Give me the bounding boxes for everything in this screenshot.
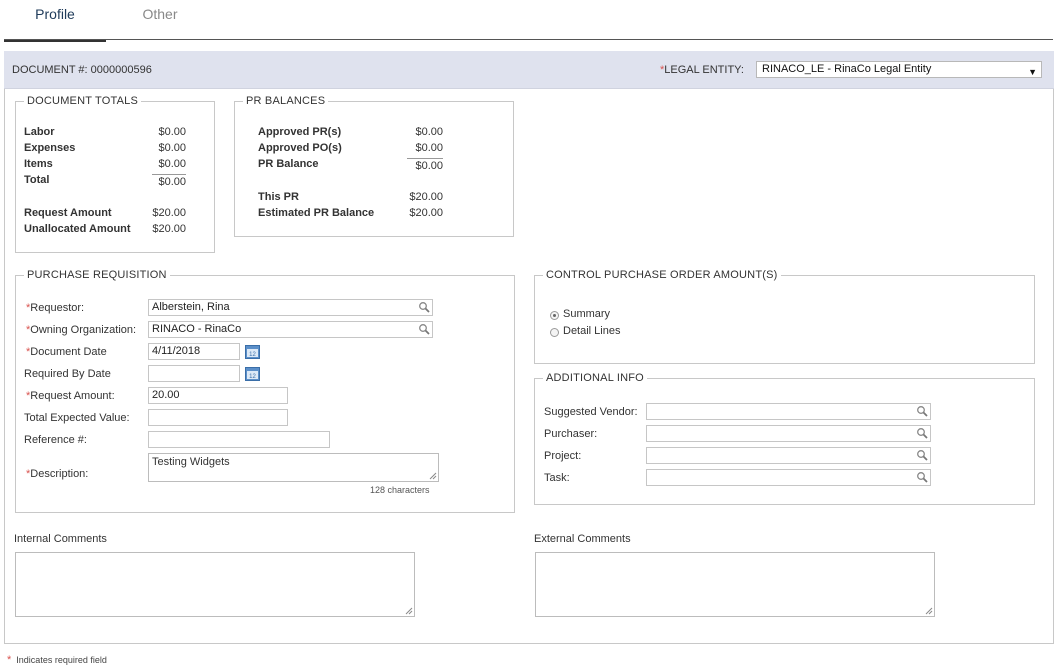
- description-textarea[interactable]: Testing Widgets: [148, 453, 439, 482]
- resize-grip-icon[interactable]: [429, 472, 437, 480]
- summary-radio[interactable]: [550, 311, 559, 320]
- requestor-input[interactable]: Alberstein, Rina: [148, 299, 433, 316]
- detail-lines-radio-label: Detail Lines: [563, 325, 621, 337]
- pr-balance-label: PR Balance: [258, 158, 319, 170]
- search-icon[interactable]: [916, 427, 928, 439]
- resize-grip-icon[interactable]: [925, 607, 933, 615]
- additional-info-title: ADDITIONAL INFO: [543, 372, 647, 384]
- owning-organization-label: *Owning Organization:: [26, 324, 137, 336]
- reference-input[interactable]: [148, 431, 330, 448]
- approved-pr-label: Approved PR(s): [258, 126, 342, 138]
- unallocated-amount-value: $20.00: [152, 223, 186, 235]
- approved-pr-value: $0.00: [415, 126, 443, 138]
- total-expected-value-label: Total Expected Value:: [24, 412, 130, 424]
- labor-value: $0.00: [158, 126, 186, 138]
- this-pr-value: $20.00: [409, 191, 443, 203]
- legal-entity-label: *LEGAL ENTITY:: [660, 64, 744, 76]
- approved-po-value: $0.00: [415, 142, 443, 154]
- document-totals-section: DOCUMENT TOTALS Labor $0.00 Expenses $0.…: [15, 95, 215, 253]
- this-pr-label: This PR: [258, 191, 299, 203]
- document-date-label: *Document Date: [26, 346, 107, 358]
- search-icon[interactable]: [418, 301, 430, 313]
- total-value: $0.00: [152, 174, 186, 188]
- document-number-label: DOCUMENT #: 0000000596: [12, 64, 152, 76]
- total-expected-value-input[interactable]: [148, 409, 288, 426]
- svg-text:12: 12: [249, 352, 256, 358]
- detail-lines-radio[interactable]: [550, 328, 559, 337]
- tab-other[interactable]: Other: [110, 0, 210, 40]
- request-amount-input[interactable]: 20.00: [148, 387, 288, 404]
- legal-entity-value: RINACO_LE - RinaCo Legal Entity: [762, 63, 932, 75]
- search-icon[interactable]: [418, 323, 430, 335]
- tab-profile[interactable]: Profile: [4, 0, 106, 42]
- owning-organization-input[interactable]: RINACO - RinaCo: [148, 321, 433, 338]
- requestor-label: *Requestor:: [26, 302, 85, 314]
- task-input[interactable]: [646, 469, 931, 486]
- external-comments-label: External Comments: [534, 533, 631, 545]
- task-label: Task:: [544, 472, 570, 484]
- summary-radio-label: Summary: [563, 308, 611, 320]
- items-value: $0.00: [158, 158, 186, 170]
- dropdown-caret-icon: ▼: [1028, 67, 1037, 77]
- items-label: Items: [24, 158, 53, 170]
- calendar-icon[interactable]: 12: [245, 366, 260, 381]
- control-po-amounts-title: CONTROL PURCHASE ORDER AMOUNT(S): [543, 269, 781, 281]
- expenses-label: Expenses: [24, 142, 76, 154]
- required-by-date-input[interactable]: [148, 365, 240, 382]
- document-totals-title: DOCUMENT TOTALS: [24, 95, 141, 107]
- expenses-value: $0.00: [158, 142, 186, 154]
- tab-divider: [4, 39, 1053, 40]
- description-label: *Description:: [26, 468, 89, 480]
- required-by-date-label: Required By Date: [24, 368, 111, 380]
- internal-comments-textarea[interactable]: [15, 552, 415, 617]
- reference-label: Reference #:: [24, 434, 87, 446]
- request-amount-total-value: $20.00: [152, 207, 186, 219]
- pr-balance-value: $0.00: [407, 158, 443, 172]
- description-char-count: 128 characters: [370, 485, 430, 495]
- pr-balances-section: PR BALANCES Approved PR(s) $0.00 Approve…: [234, 95, 514, 237]
- approved-po-label: Approved PO(s): [258, 142, 342, 154]
- purchaser-label: Purchaser:: [544, 428, 598, 440]
- required-field-note: * Indicates required field: [7, 654, 107, 666]
- search-icon[interactable]: [916, 405, 928, 417]
- unallocated-amount-label: Unallocated Amount: [24, 223, 131, 235]
- search-icon[interactable]: [916, 449, 928, 461]
- request-amount-total-label: Request Amount: [24, 207, 112, 219]
- purchase-requisition-title: PURCHASE REQUISITION: [24, 269, 170, 281]
- resize-grip-icon[interactable]: [405, 607, 413, 615]
- estimated-pr-balance-value: $20.00: [409, 207, 443, 219]
- purchaser-input[interactable]: [646, 425, 931, 442]
- project-label: Project:: [544, 450, 582, 462]
- svg-text:12: 12: [249, 374, 256, 380]
- search-icon[interactable]: [916, 471, 928, 483]
- labor-label: Labor: [24, 126, 55, 138]
- document-number: 0000000596: [90, 64, 152, 76]
- suggested-vendor-input[interactable]: [646, 403, 931, 420]
- legal-entity-select[interactable]: RINACO_LE - RinaCo Legal Entity ▼: [756, 61, 1042, 78]
- estimated-pr-balance-label: Estimated PR Balance: [258, 207, 375, 219]
- project-input[interactable]: [646, 447, 931, 464]
- internal-comments-label: Internal Comments: [14, 533, 107, 545]
- external-comments-textarea[interactable]: [535, 552, 935, 617]
- total-label: Total: [24, 174, 50, 186]
- document-date-input[interactable]: 4/11/2018: [148, 343, 240, 360]
- pr-balances-title: PR BALANCES: [243, 95, 329, 107]
- suggested-vendor-label: Suggested Vendor:: [544, 406, 638, 418]
- calendar-icon[interactable]: 12: [245, 344, 260, 359]
- request-amount-label: *Request Amount:: [26, 390, 115, 402]
